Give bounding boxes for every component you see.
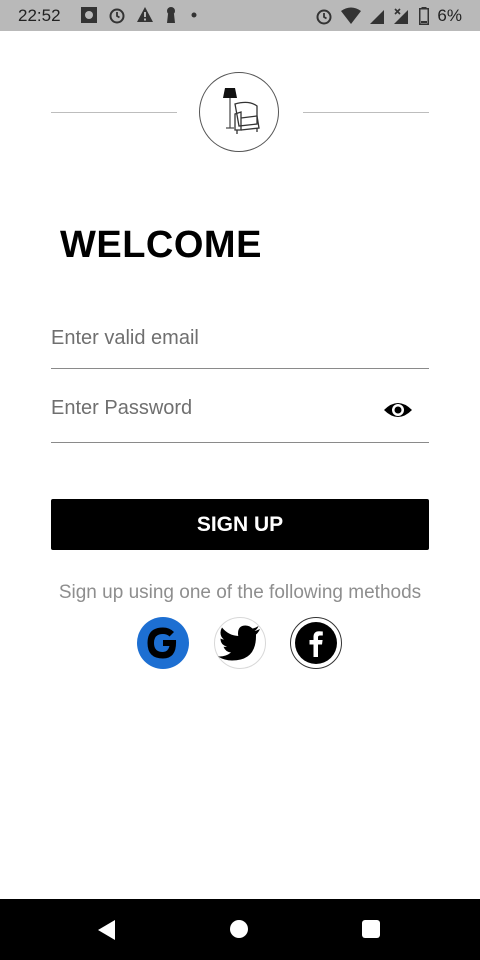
dot-icon — [191, 12, 197, 18]
google-signup-button[interactable] — [137, 617, 189, 669]
warning-icon — [137, 7, 153, 22]
recents-icon[interactable] — [362, 920, 380, 938]
logo-divider-right — [303, 112, 429, 113]
google-icon — [147, 627, 177, 659]
eye-icon[interactable] — [383, 398, 413, 422]
status-right-icons: 6% — [315, 6, 462, 26]
password-field[interactable] — [51, 388, 371, 428]
home-icon[interactable] — [230, 920, 248, 938]
navigation-bar — [0, 899, 480, 960]
facebook-signup-button[interactable] — [290, 617, 342, 669]
status-bar: 22:52 6% — [0, 0, 480, 31]
page-title: WELCOME — [60, 224, 262, 266]
twitter-icon — [218, 625, 260, 661]
signal-x-icon — [394, 8, 409, 24]
signup-button[interactable]: SIGN UP — [51, 499, 429, 550]
signal-icon — [370, 10, 385, 24]
back-icon[interactable] — [97, 919, 117, 941]
status-left-icons — [80, 6, 200, 24]
status-time: 22:52 — [18, 6, 61, 25]
wifi-icon — [341, 7, 362, 24]
password-field-container — [51, 388, 429, 443]
battery-percent: 6% — [437, 6, 462, 25]
photo-icon — [81, 7, 97, 23]
alarm-icon — [316, 9, 332, 25]
alarm-icon — [109, 8, 125, 24]
keyhole-icon — [167, 7, 175, 23]
battery-icon — [419, 7, 430, 25]
app-logo — [199, 72, 279, 152]
email-field-container — [51, 318, 429, 369]
armchair-lamp-icon — [223, 88, 260, 134]
twitter-signup-button[interactable] — [214, 617, 266, 669]
logo-divider-left — [51, 112, 177, 113]
facebook-icon — [295, 622, 337, 664]
signup-methods-text: Sign up using one of the following metho… — [58, 582, 422, 603]
email-field[interactable] — [51, 318, 371, 358]
